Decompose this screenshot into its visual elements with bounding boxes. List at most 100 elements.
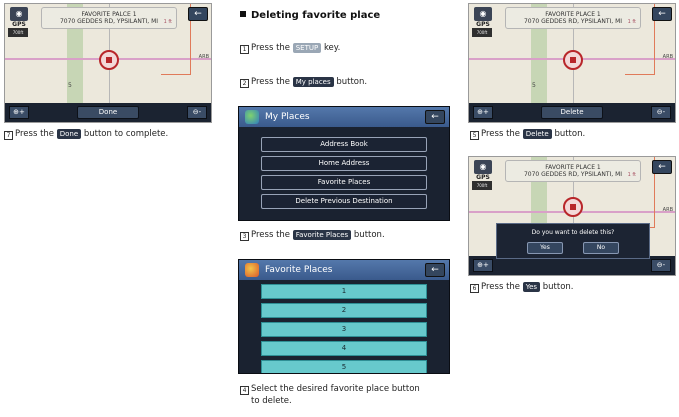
step-3: 3 Press the Favorite Places button. <box>240 230 385 241</box>
step-text: button. <box>353 230 385 240</box>
road <box>161 74 191 75</box>
distance: 1 ft <box>627 19 636 25</box>
zoom-out-icon[interactable]: ⊖- <box>187 106 207 119</box>
road-number: 5 <box>532 82 536 89</box>
delete-previous-destination-button[interactable]: Delete Previous Destination <box>261 194 427 209</box>
step-4: 4 Select the desired favorite place butto… <box>240 383 420 407</box>
yes-button[interactable]: Yes <box>527 242 563 254</box>
favorite-item-4[interactable]: 4 <box>261 341 427 356</box>
gps-status: ◉ GPS 700ft <box>472 160 494 190</box>
dialog-question: Do you want to delete this? <box>531 229 615 236</box>
compass-icon[interactable]: ◉ <box>474 160 492 174</box>
screen-title: My Places <box>265 112 310 122</box>
address-box: FAVORITE PALCE 1 7070 GEDDES RD, YPSILAN… <box>41 7 177 29</box>
place-address: 7070 GEDDES RD, YPSILANTI, MI <box>523 171 623 178</box>
step-text: Press the <box>15 129 55 139</box>
setup-key-label: SETUP <box>292 43 322 53</box>
zoom-in-icon[interactable]: ⊕+ <box>473 259 493 272</box>
favorite-places-button[interactable]: Favorite Places <box>261 175 427 190</box>
gps-label: GPS <box>476 174 490 181</box>
step-text: key. <box>323 43 341 53</box>
zoom-out-icon[interactable]: ⊖- <box>651 106 671 119</box>
map-screen-done: ARB 5 ◉ GPS 700ft FAVORITE PALCE 1 7070 … <box>4 3 212 123</box>
map-screen-confirm: ARB ◉ GPS 700ft FAVORITE PLACE 1 7070 GE… <box>468 156 676 276</box>
step-2: 2 Press the My places button. <box>240 77 367 88</box>
map-bottom-bar: ⊕+ Delete ⊖- <box>469 103 675 122</box>
section-title: Deleting favorite place <box>240 10 380 21</box>
road-label: ARB <box>662 54 673 60</box>
address-box: FAVORITE PLACE 1 7070 GEDDES RD, YPSILAN… <box>505 7 641 29</box>
back-arrow-icon[interactable]: ← <box>652 7 672 21</box>
road-label: ARB <box>198 54 209 60</box>
favorite-item-5[interactable]: 5 <box>261 360 427 373</box>
place-address: 7070 GEDDES RD, YPSILANTI, MI <box>59 18 159 25</box>
gps-label: GPS <box>12 21 26 28</box>
scale-label: 700ft <box>472 181 492 190</box>
step-1: 1 Press the SETUP key. <box>240 43 340 54</box>
step-7: 7 Press the Done button to complete. <box>4 129 168 140</box>
favorite-places-button-label: Favorite Places <box>292 230 352 240</box>
distance: 1 ft <box>163 19 172 25</box>
compass-icon[interactable]: ◉ <box>474 7 492 21</box>
screen-header: My Places ← <box>239 107 449 127</box>
place-name: FAVORITE PLACE 1 <box>545 164 601 171</box>
place-name: FAVORITE PALCE 1 <box>81 11 137 18</box>
position-marker-icon <box>563 197 583 217</box>
favorite-item-3[interactable]: 3 <box>261 322 427 337</box>
screen-title: Favorite Places <box>265 265 333 275</box>
back-arrow-icon[interactable]: ← <box>652 160 672 174</box>
step-number: 3 <box>240 232 249 241</box>
position-marker-icon <box>563 50 583 70</box>
zoom-out-icon[interactable]: ⊖- <box>651 259 671 272</box>
gps-status: ◉ GPS 700ft <box>472 7 494 37</box>
compass-icon[interactable]: ◉ <box>10 7 28 21</box>
road <box>625 74 655 75</box>
my-places-icon <box>245 110 259 124</box>
step-text: button. <box>554 129 586 139</box>
address-box: FAVORITE PLACE 1 7070 GEDDES RD, YPSILAN… <box>505 160 641 182</box>
step-text: button to complete. <box>83 129 169 139</box>
step-text: Press the <box>481 129 521 139</box>
my-places-button-label: My places <box>292 77 334 87</box>
screen-header: Favorite Places ← <box>239 260 449 280</box>
step-text: to delete. <box>251 396 292 406</box>
road-number: 5 <box>68 82 72 89</box>
done-button-label: Done <box>56 129 82 139</box>
step-number: 4 <box>240 386 249 395</box>
back-arrow-icon[interactable]: ← <box>425 263 445 277</box>
done-button[interactable]: Done <box>77 106 139 119</box>
step-text: button. <box>336 77 368 87</box>
step-number: 2 <box>240 79 249 88</box>
step-number: 7 <box>4 131 13 140</box>
favorite-item-1[interactable]: 1 <box>261 284 427 299</box>
delete-button[interactable]: Delete <box>541 106 603 119</box>
position-marker-icon <box>99 50 119 70</box>
favorite-places-icon <box>245 263 259 277</box>
step-text: Press the <box>251 43 291 53</box>
place-name: FAVORITE PLACE 1 <box>545 11 601 18</box>
delete-button-label: Delete <box>522 129 552 139</box>
favorite-item-2[interactable]: 2 <box>261 303 427 318</box>
yes-button-label: Yes <box>522 282 541 292</box>
no-button[interactable]: No <box>583 242 619 254</box>
zoom-in-icon[interactable]: ⊕+ <box>473 106 493 119</box>
step-text: Select the desired favorite place button <box>251 384 420 394</box>
map-screen-delete: ARB 5 ◉ GPS 700ft FAVORITE PLACE 1 7070 … <box>468 3 676 123</box>
road-label: ARB <box>662 207 673 213</box>
place-address: 7070 GEDDES RD, YPSILANTI, MI <box>523 18 623 25</box>
map-bottom-bar: ⊕+ Done ⊖- <box>5 103 211 122</box>
address-book-button[interactable]: Address Book <box>261 137 427 152</box>
back-arrow-icon[interactable]: ← <box>425 110 445 124</box>
zoom-in-icon[interactable]: ⊕+ <box>9 106 29 119</box>
scale-label: 700ft <box>472 28 492 37</box>
step-number: 1 <box>240 45 249 54</box>
step-number: 5 <box>470 131 479 140</box>
step-text: Press the <box>251 77 291 87</box>
step-text: Press the <box>251 230 291 240</box>
gps-status: ◉ GPS 700ft <box>8 7 30 37</box>
step-6: 6 Press the Yes button. <box>470 282 574 293</box>
home-address-button[interactable]: Home Address <box>261 156 427 171</box>
my-places-screen: My Places ← Address Book Home Address Fa… <box>238 106 450 221</box>
back-arrow-icon[interactable]: ← <box>188 7 208 21</box>
delete-confirm-dialog: Do you want to delete this? Yes No <box>496 223 650 259</box>
